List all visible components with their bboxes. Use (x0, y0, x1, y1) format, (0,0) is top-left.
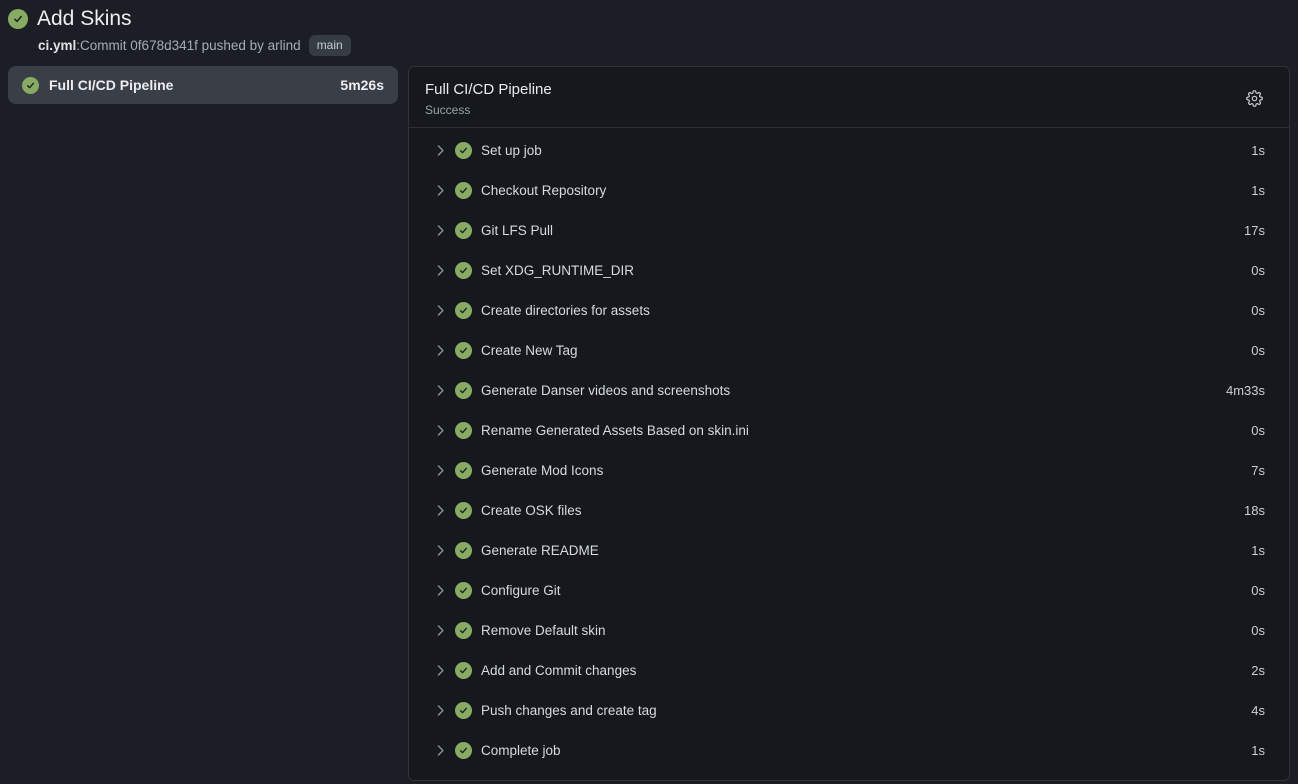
gear-icon[interactable] (1242, 86, 1267, 111)
step-row[interactable]: Configure Git 0s (409, 570, 1289, 610)
panel-header: Full CI/CD Pipeline Success (409, 67, 1289, 128)
step-success-icon (455, 302, 472, 319)
step-duration: 1s (1251, 143, 1265, 158)
step-success-icon (455, 742, 472, 759)
step-name: Create directories for assets (481, 303, 1251, 318)
sidebar-job-item[interactable]: Full CI/CD Pipeline 5m26s (8, 66, 398, 104)
step-name: Set XDG_RUNTIME_DIR (481, 263, 1251, 278)
step-row[interactable]: Rename Generated Assets Based on skin.in… (409, 410, 1289, 450)
run-success-icon (8, 9, 28, 29)
jobs-sidebar: Full CI/CD Pipeline 5m26s (8, 66, 398, 104)
job-detail-panel: Full CI/CD Pipeline Success Set up job 1… (408, 66, 1290, 781)
steps-list: Set up job 1s Checkout Repository 1s Git… (409, 128, 1289, 778)
step-duration: 0s (1251, 583, 1265, 598)
job-success-icon (22, 77, 39, 94)
chevron-right-icon[interactable] (433, 223, 448, 238)
step-duration: 1s (1251, 183, 1265, 198)
step-row[interactable]: Complete job 1s (409, 730, 1289, 770)
step-duration: 7s (1251, 463, 1265, 478)
step-success-icon (455, 342, 472, 359)
step-name: Configure Git (481, 583, 1251, 598)
step-row[interactable]: Add and Commit changes 2s (409, 650, 1289, 690)
step-row[interactable]: Set up job 1s (409, 130, 1289, 170)
step-success-icon (455, 262, 472, 279)
step-row[interactable]: Create New Tag 0s (409, 330, 1289, 370)
chevron-right-icon[interactable] (433, 303, 448, 318)
step-name: Git LFS Pull (481, 223, 1244, 238)
workflow-file-name: ci.yml (38, 36, 76, 56)
chevron-right-icon[interactable] (433, 383, 448, 398)
commit-link[interactable]: Commit 0f678d341f pushed by arlind (80, 36, 301, 56)
step-duration: 0s (1251, 303, 1265, 318)
step-duration: 1s (1251, 543, 1265, 558)
step-row[interactable]: Generate Mod Icons 7s (409, 450, 1289, 490)
panel-status-text: Success (425, 102, 1242, 118)
step-name: Create OSK files (481, 503, 1244, 518)
step-name: Push changes and create tag (481, 703, 1251, 718)
step-success-icon (455, 462, 472, 479)
step-success-icon (455, 382, 472, 399)
branch-badge[interactable]: main (309, 35, 351, 56)
step-success-icon (455, 582, 472, 599)
step-success-icon (455, 622, 472, 639)
step-duration: 0s (1251, 343, 1265, 358)
step-row[interactable]: Create directories for assets 0s (409, 290, 1289, 330)
step-success-icon (455, 502, 472, 519)
chevron-right-icon[interactable] (433, 183, 448, 198)
step-row[interactable]: Create OSK files 18s (409, 490, 1289, 530)
panel-title: Full CI/CD Pipeline (425, 80, 1242, 100)
step-row[interactable]: Generate Danser videos and screenshots 4… (409, 370, 1289, 410)
step-row[interactable]: Git LFS Pull 17s (409, 210, 1289, 250)
chevron-right-icon[interactable] (433, 423, 448, 438)
step-duration: 4m33s (1226, 383, 1265, 398)
step-name: Rename Generated Assets Based on skin.in… (481, 423, 1251, 438)
step-duration: 0s (1251, 263, 1265, 278)
step-name: Generate Danser videos and screenshots (481, 383, 1226, 398)
step-duration: 1s (1251, 743, 1265, 758)
step-name: Add and Commit changes (481, 663, 1251, 678)
step-row[interactable]: Push changes and create tag 4s (409, 690, 1289, 730)
step-duration: 18s (1244, 503, 1265, 518)
chevron-right-icon[interactable] (433, 343, 448, 358)
step-duration: 4s (1251, 703, 1265, 718)
chevron-right-icon[interactable] (433, 623, 448, 638)
chevron-right-icon[interactable] (433, 583, 448, 598)
job-name: Full CI/CD Pipeline (49, 77, 330, 93)
run-header: Add Skins ci.yml: Commit 0f678d341f push… (0, 0, 1298, 66)
step-success-icon (455, 222, 472, 239)
chevron-right-icon[interactable] (433, 703, 448, 718)
step-row[interactable]: Generate README 1s (409, 530, 1289, 570)
run-subtitle: ci.yml: Commit 0f678d341f pushed by arli… (38, 35, 1288, 56)
step-success-icon (455, 542, 472, 559)
chevron-right-icon[interactable] (433, 263, 448, 278)
step-name: Set up job (481, 143, 1251, 158)
step-duration: 0s (1251, 423, 1265, 438)
step-success-icon (455, 142, 472, 159)
chevron-right-icon[interactable] (433, 663, 448, 678)
chevron-right-icon[interactable] (433, 463, 448, 478)
job-duration: 5m26s (340, 77, 384, 93)
step-duration: 2s (1251, 663, 1265, 678)
chevron-right-icon[interactable] (433, 503, 448, 518)
step-name: Complete job (481, 743, 1251, 758)
run-title: Add Skins (37, 6, 132, 32)
chevron-right-icon[interactable] (433, 543, 448, 558)
step-duration: 0s (1251, 623, 1265, 638)
step-name: Create New Tag (481, 343, 1251, 358)
step-row[interactable]: Remove Default skin 0s (409, 610, 1289, 650)
chevron-right-icon[interactable] (433, 743, 448, 758)
step-name: Generate Mod Icons (481, 463, 1251, 478)
step-name: Checkout Repository (481, 183, 1251, 198)
step-success-icon (455, 422, 472, 439)
step-name: Generate README (481, 543, 1251, 558)
step-success-icon (455, 182, 472, 199)
step-success-icon (455, 662, 472, 679)
chevron-right-icon[interactable] (433, 143, 448, 158)
step-success-icon (455, 702, 472, 719)
step-row[interactable]: Checkout Repository 1s (409, 170, 1289, 210)
step-name: Remove Default skin (481, 623, 1251, 638)
step-duration: 17s (1244, 223, 1265, 238)
step-row[interactable]: Set XDG_RUNTIME_DIR 0s (409, 250, 1289, 290)
